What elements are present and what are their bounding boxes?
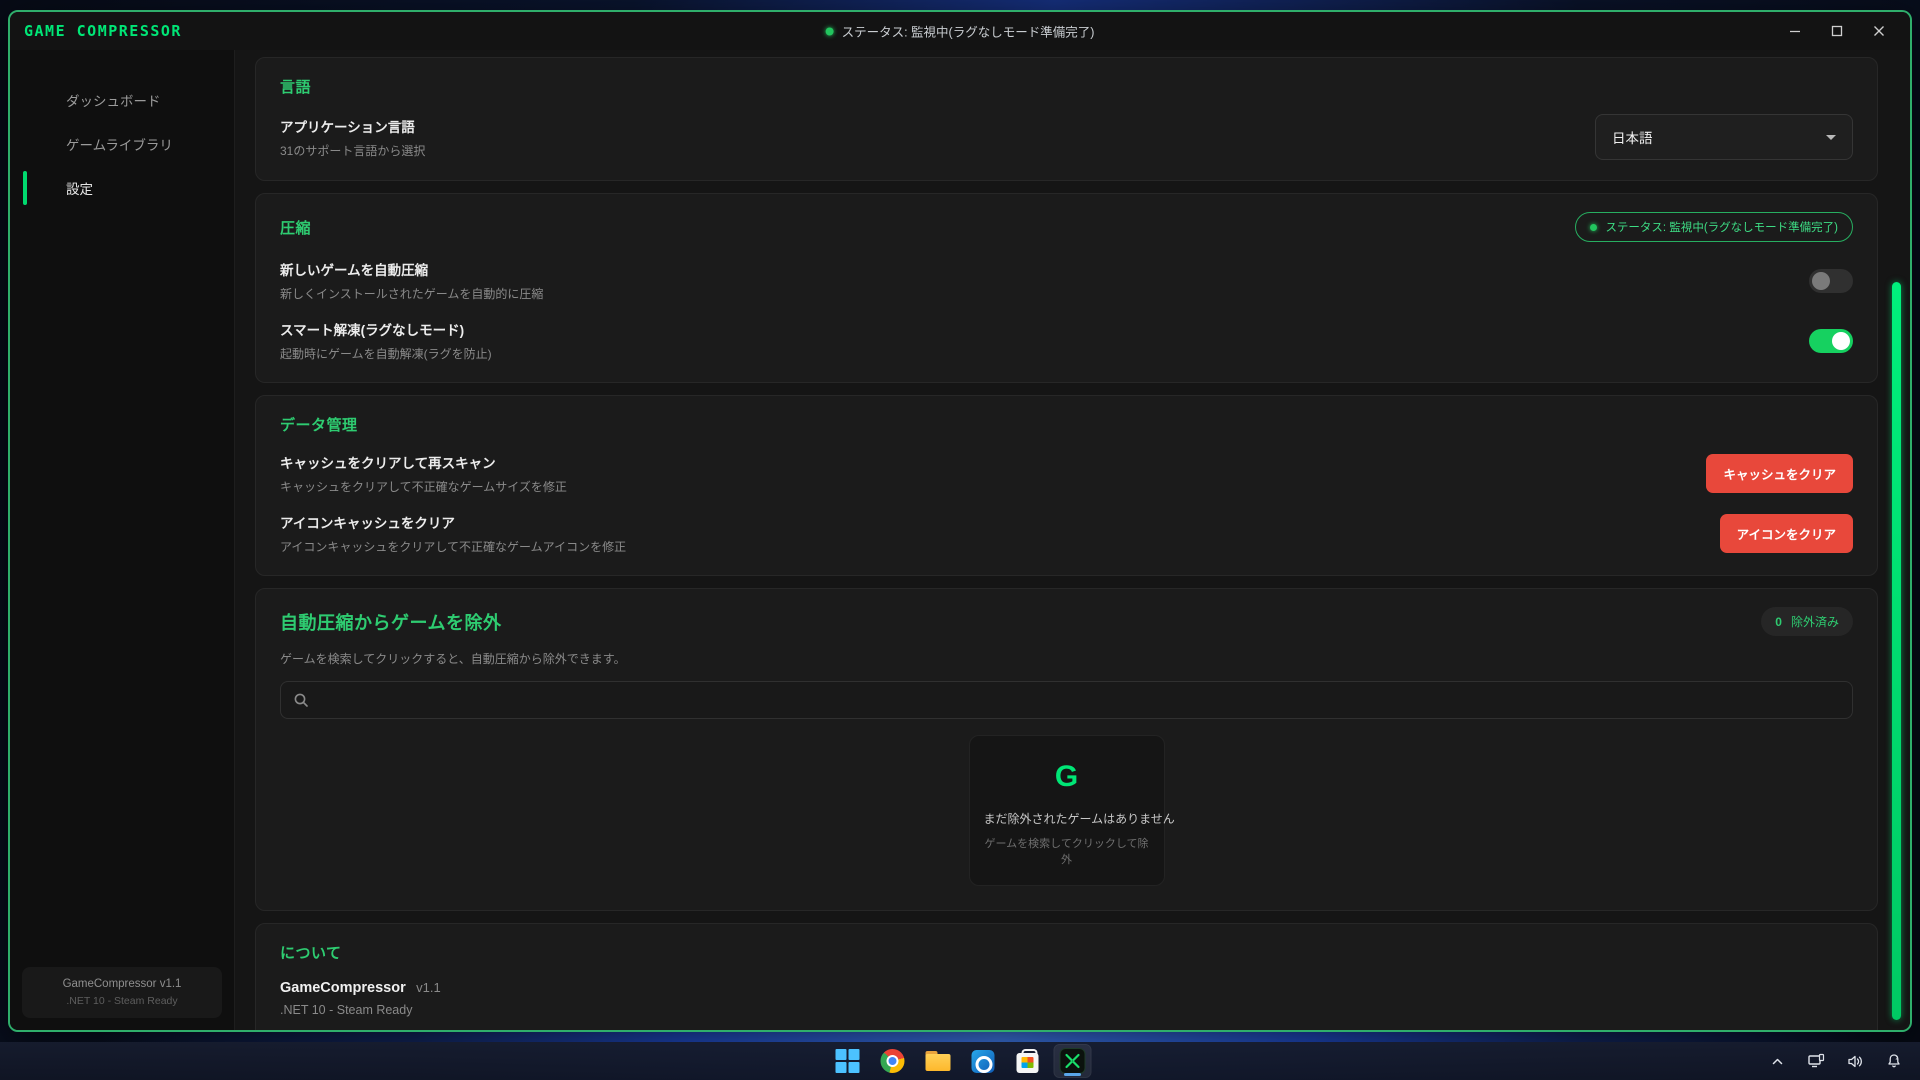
minimize-button[interactable] bbox=[1774, 16, 1816, 46]
section-language: 言語 アプリケーション言語 31のサポート言語から選択 日本語 bbox=[255, 57, 1878, 181]
language-dropdown-value: 日本語 bbox=[1612, 127, 1653, 147]
section-data-management: データ管理 キャッシュをクリアして再スキャン キャッシュをクリアして不正確なゲー… bbox=[255, 395, 1878, 576]
close-icon bbox=[1873, 25, 1885, 37]
clear-icon-cache-title: アイコンキャッシュをクリア bbox=[280, 512, 626, 532]
notification-bell-icon[interactable]: z bbox=[1882, 1048, 1906, 1074]
taskbar-item-chrome[interactable] bbox=[875, 1045, 911, 1077]
microsoft-store-icon bbox=[1017, 1053, 1039, 1073]
excluded-count-label: 除外済み bbox=[1791, 613, 1839, 630]
exclusion-description: ゲームを検索してクリックすると、自動圧縮から除外できます。 bbox=[280, 650, 1853, 667]
titlebar-status: ステータス: 監視中(ラグなしモード準備完了) bbox=[826, 22, 1095, 41]
clear-cache-desc: キャッシュをクリアして不正確なゲームサイズを修正 bbox=[280, 478, 567, 495]
data-management-heading: データ管理 bbox=[280, 414, 1853, 435]
chevron-down-icon bbox=[1826, 135, 1836, 140]
game-placeholder-icon: G bbox=[984, 760, 1150, 794]
taskbar-center-icons bbox=[830, 1042, 1091, 1080]
clear-icon-cache-desc: アイコンキャッシュをクリアして不正確なゲームアイコンを修正 bbox=[280, 538, 626, 555]
sidebar-item-label: 設定 bbox=[66, 178, 93, 198]
empty-state-subtitle: ゲームを検索してクリックして除外 bbox=[984, 835, 1150, 867]
windows-start-icon bbox=[836, 1049, 860, 1073]
about-app-name: GameCompressor bbox=[280, 980, 406, 996]
start-button[interactable] bbox=[830, 1045, 866, 1077]
window-controls bbox=[1774, 16, 1900, 46]
sidebar-footer: GameCompressor v1.1 .NET 10 - Steam Read… bbox=[22, 967, 222, 1018]
titlebar-status-text: ステータス: 監視中(ラグなしモード準備完了) bbox=[842, 22, 1095, 41]
excluded-count: 0 bbox=[1775, 615, 1782, 629]
app-logo: GAME COMPRESSOR bbox=[24, 22, 182, 40]
taskbar-item-outlook[interactable] bbox=[965, 1045, 1001, 1077]
titlebar: GAME COMPRESSOR ステータス: 監視中(ラグなしモード準備完了) bbox=[10, 12, 1910, 50]
app-language-title: アプリケーション言語 bbox=[280, 116, 425, 136]
hidden-icons-chevron-icon[interactable] bbox=[1765, 1048, 1789, 1074]
network-icon[interactable] bbox=[1804, 1048, 1828, 1074]
chrome-icon bbox=[881, 1049, 905, 1073]
section-compression: 圧縮 ステータス: 監視中(ラグなしモード準備完了) 新しいゲームを自動圧縮 新… bbox=[255, 193, 1878, 383]
search-icon bbox=[293, 692, 309, 708]
language-heading: 言語 bbox=[280, 76, 1853, 97]
maximize-icon bbox=[1831, 25, 1843, 37]
svg-text:z: z bbox=[1896, 1056, 1899, 1062]
volume-icon[interactable] bbox=[1843, 1048, 1867, 1074]
clear-cache-title: キャッシュをクリアして再スキャン bbox=[280, 452, 567, 472]
file-explorer-icon bbox=[925, 1051, 950, 1071]
app-window: GAME COMPRESSOR ステータス: 監視中(ラグなしモード準備完了) … bbox=[8, 10, 1912, 1032]
setting-row-clear-icon-cache: アイコンキャッシュをクリア アイコンキャッシュをクリアして不正確なゲームアイコン… bbox=[280, 512, 1853, 555]
smart-decompress-title: スマート解凍(ラグなしモード) bbox=[280, 319, 492, 339]
setting-row-smart-decompress: スマート解凍(ラグなしモード) 起動時にゲームを自動解凍(ラグを防止) bbox=[280, 319, 1853, 362]
game-compressor-icon bbox=[1060, 1048, 1086, 1074]
auto-compress-toggle[interactable] bbox=[1809, 269, 1853, 293]
about-runtime: .NET 10 - Steam Ready bbox=[280, 1003, 1853, 1017]
auto-compress-title: 新しいゲームを自動圧縮 bbox=[280, 259, 543, 279]
status-dot-icon bbox=[1590, 224, 1597, 231]
smart-decompress-toggle[interactable] bbox=[1809, 329, 1853, 353]
compression-status-badge: ステータス: 監視中(ラグなしモード準備完了) bbox=[1575, 212, 1853, 242]
sidebar-item-settings[interactable]: 設定 bbox=[10, 166, 234, 210]
exclusion-empty-state: G まだ除外されたゲームはありません ゲームを検索してクリックして除外 bbox=[969, 735, 1165, 886]
sidebar-footer-runtime: .NET 10 - Steam Ready bbox=[30, 995, 214, 1007]
system-tray: z bbox=[1765, 1042, 1906, 1080]
close-button[interactable] bbox=[1858, 16, 1900, 46]
empty-state-title: まだ除外されたゲームはありません bbox=[984, 810, 1150, 827]
sidebar-item-label: ダッシュボード bbox=[66, 90, 161, 110]
sidebar-item-dashboard[interactable]: ダッシュボード bbox=[10, 78, 234, 122]
excluded-count-badge: 0 除外済み bbox=[1761, 607, 1853, 636]
compression-heading: 圧縮 bbox=[280, 217, 311, 238]
exclusion-heading: 自動圧縮からゲームを除外 bbox=[280, 609, 501, 635]
app-language-desc: 31のサポート言語から選択 bbox=[280, 142, 425, 159]
outlook-icon bbox=[971, 1050, 994, 1073]
scrollbar-thumb[interactable] bbox=[1892, 282, 1901, 1020]
setting-row-app-language: アプリケーション言語 31のサポート言語から選択 日本語 bbox=[280, 114, 1853, 160]
game-search-input[interactable] bbox=[318, 693, 1840, 708]
setting-row-auto-compress: 新しいゲームを自動圧縮 新しくインストールされたゲームを自動的に圧縮 bbox=[280, 259, 1853, 302]
language-dropdown[interactable]: 日本語 bbox=[1595, 114, 1853, 160]
sidebar: ダッシュボード ゲームライブラリ 設定 GameCompressor v1.1 … bbox=[10, 50, 235, 1030]
taskbar: z bbox=[0, 1042, 1920, 1080]
taskbar-item-game-compressor[interactable] bbox=[1055, 1045, 1091, 1077]
smart-decompress-desc: 起動時にゲームを自動解凍(ラグを防止) bbox=[280, 345, 492, 362]
auto-compress-desc: 新しくインストールされたゲームを自動的に圧縮 bbox=[280, 285, 543, 302]
minimize-icon bbox=[1789, 25, 1801, 37]
section-about: について GameCompressor v1.1 .NET 10 - Steam… bbox=[255, 923, 1878, 1030]
sidebar-footer-app-version: GameCompressor v1.1 bbox=[30, 978, 214, 990]
section-exclusion: 自動圧縮からゲームを除外 0 除外済み ゲームを検索してクリックすると、自動圧縮… bbox=[255, 588, 1878, 911]
compression-status-text: ステータス: 監視中(ラグなしモード準備完了) bbox=[1605, 219, 1838, 235]
sidebar-item-label: ゲームライブラリ bbox=[66, 134, 173, 154]
maximize-button[interactable] bbox=[1816, 16, 1858, 46]
sidebar-item-game-library[interactable]: ゲームライブラリ bbox=[10, 122, 234, 166]
about-heading: について bbox=[280, 942, 1853, 963]
clear-icons-button[interactable]: アイコンをクリア bbox=[1720, 514, 1853, 553]
taskbar-item-microsoft-store[interactable] bbox=[1010, 1045, 1046, 1077]
game-search-box bbox=[280, 681, 1853, 719]
about-version: v1.1 bbox=[416, 980, 441, 995]
status-dot-icon bbox=[826, 27, 834, 35]
clear-cache-button[interactable]: キャッシュをクリア bbox=[1706, 454, 1853, 493]
taskbar-item-file-explorer[interactable] bbox=[920, 1045, 956, 1077]
settings-page: 言語 アプリケーション言語 31のサポート言語から選択 日本語 圧縮 bbox=[235, 50, 1910, 1030]
setting-row-clear-cache: キャッシュをクリアして再スキャン キャッシュをクリアして不正確なゲームサイズを修… bbox=[280, 452, 1853, 495]
